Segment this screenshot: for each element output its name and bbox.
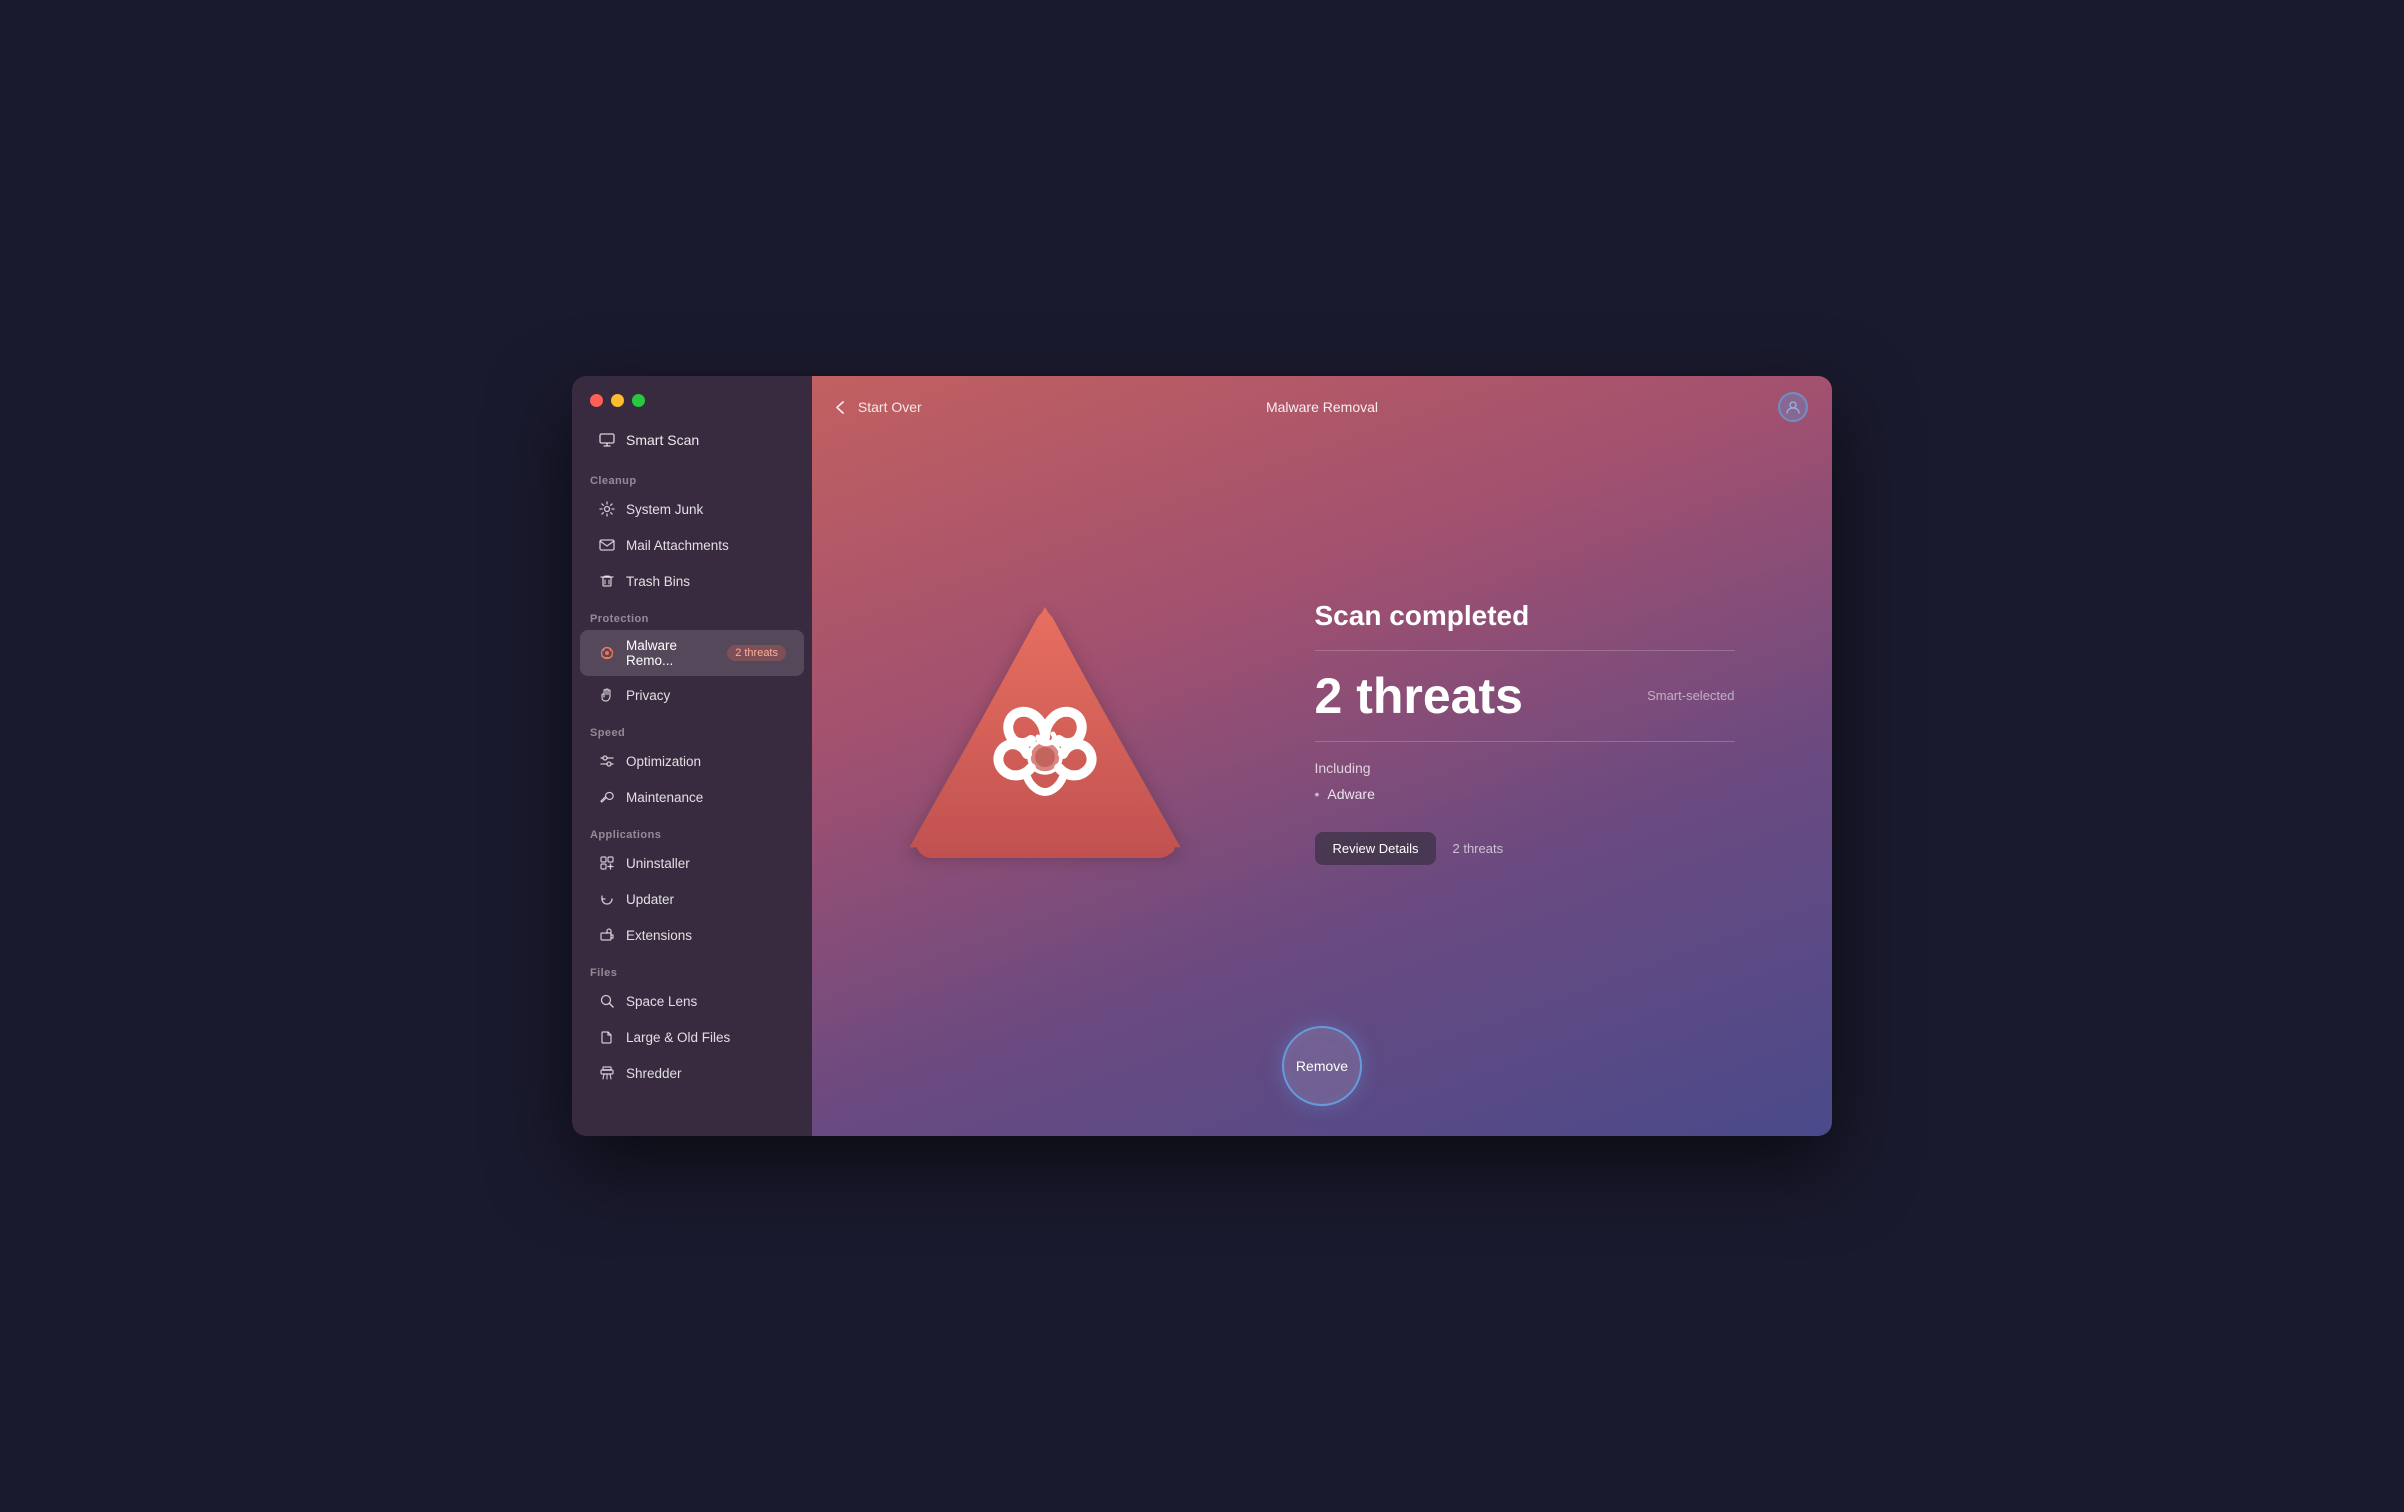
lens-icon <box>598 992 616 1010</box>
monitor-icon <box>598 431 616 449</box>
smart-selected-label: Smart-selected <box>1647 688 1734 703</box>
uninstaller-icon <box>598 854 616 872</box>
mail-icon <box>598 536 616 554</box>
sidebar-item-privacy[interactable]: Privacy <box>580 678 804 712</box>
review-threats-note: 2 threats <box>1452 841 1503 856</box>
sidebar: Smart Scan Cleanup System Junk Mail Atta… <box>572 376 812 1136</box>
sidebar-item-shredder[interactable]: Shredder <box>580 1056 804 1090</box>
gear-icon <box>598 500 616 518</box>
trash-bins-label: Trash Bins <box>626 574 690 589</box>
extensions-label: Extensions <box>626 928 692 943</box>
system-junk-label: System Junk <box>626 502 703 517</box>
sidebar-item-optimization[interactable]: Optimization <box>580 744 804 778</box>
app-window: Smart Scan Cleanup System Junk Mail Atta… <box>572 376 1832 1136</box>
sidebar-item-system-junk[interactable]: System Junk <box>580 492 804 526</box>
updater-icon <box>598 890 616 908</box>
cleanup-section-label: Cleanup <box>572 461 812 491</box>
large-old-files-label: Large & Old Files <box>626 1030 730 1045</box>
sidebar-item-maintenance[interactable]: Maintenance <box>580 780 804 814</box>
divider-1 <box>1315 650 1735 651</box>
files-icon <box>598 1028 616 1046</box>
content-area: Scan completed 2 threats Smart-selected … <box>812 438 1832 1026</box>
smart-scan-label: Smart Scan <box>626 432 699 448</box>
titlebar: Start Over Malware Removal <box>812 376 1832 438</box>
biohazard-container <box>890 577 1200 887</box>
malware-badge: 2 threats <box>727 645 786 661</box>
uninstaller-label: Uninstaller <box>626 856 690 871</box>
speed-section-label: Speed <box>572 713 812 743</box>
back-button[interactable]: Start Over <box>836 399 922 415</box>
window-title: Malware Removal <box>1266 399 1378 415</box>
maintenance-label: Maintenance <box>626 790 703 805</box>
divider-2 <box>1315 741 1735 742</box>
applications-section-label: Applications <box>572 815 812 845</box>
maximize-button[interactable] <box>632 394 645 407</box>
hand-icon <box>598 686 616 704</box>
adware-label: Adware <box>1327 786 1374 802</box>
main-content: Start Over Malware Removal <box>812 376 1832 1136</box>
sidebar-item-smart-scan[interactable]: Smart Scan <box>580 421 804 459</box>
sidebar-item-updater[interactable]: Updater <box>580 882 804 916</box>
info-panel: Scan completed 2 threats Smart-selected … <box>1315 600 1735 865</box>
shredder-label: Shredder <box>626 1066 682 1081</box>
malware-removal-label: Malware Remo... <box>626 638 717 668</box>
traffic-lights <box>572 376 812 419</box>
updater-label: Updater <box>626 892 674 907</box>
sidebar-item-uninstaller[interactable]: Uninstaller <box>580 846 804 880</box>
mail-attachments-label: Mail Attachments <box>626 538 729 553</box>
wrench-icon <box>598 788 616 806</box>
bottom-area: Remove <box>812 1026 1832 1136</box>
back-label: Start Over <box>858 399 922 415</box>
biohazard-icon <box>890 577 1200 887</box>
sidebar-item-extensions[interactable]: Extensions <box>580 918 804 952</box>
sliders-icon <box>598 752 616 770</box>
shredder-icon <box>598 1064 616 1082</box>
threats-row: 2 threats Smart-selected <box>1315 671 1735 721</box>
optimization-label: Optimization <box>626 754 701 769</box>
sidebar-item-malware-removal[interactable]: Malware Remo... 2 threats <box>580 630 804 676</box>
sidebar-item-large-old-files[interactable]: Large & Old Files <box>580 1020 804 1054</box>
extensions-icon <box>598 926 616 944</box>
sidebar-item-trash-bins[interactable]: Trash Bins <box>580 564 804 598</box>
privacy-label: Privacy <box>626 688 670 703</box>
avatar[interactable] <box>1778 392 1808 422</box>
threat-item-adware: Adware <box>1315 784 1735 804</box>
scan-completed-title: Scan completed <box>1315 600 1735 632</box>
trash-icon <box>598 572 616 590</box>
review-details-button[interactable]: Review Details <box>1315 832 1437 865</box>
action-row: Review Details 2 threats <box>1315 832 1735 865</box>
minimize-button[interactable] <box>611 394 624 407</box>
sidebar-item-mail-attachments[interactable]: Mail Attachments <box>580 528 804 562</box>
space-lens-label: Space Lens <box>626 994 697 1009</box>
including-label: Including <box>1315 760 1735 776</box>
files-section-label: Files <box>572 953 812 983</box>
biohazard-small-icon <box>598 644 616 662</box>
protection-section-label: Protection <box>572 599 812 629</box>
threats-count: 2 threats <box>1315 671 1523 721</box>
sidebar-item-space-lens[interactable]: Space Lens <box>580 984 804 1018</box>
remove-button[interactable]: Remove <box>1282 1026 1362 1106</box>
close-button[interactable] <box>590 394 603 407</box>
